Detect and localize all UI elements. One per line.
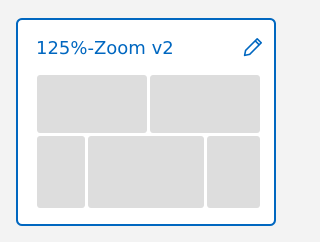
layout-zone	[88, 136, 204, 208]
layout-zone	[37, 75, 147, 133]
layout-zone	[37, 136, 85, 208]
layout-zone	[207, 136, 260, 208]
pencil-icon[interactable]	[240, 34, 266, 60]
layout-card[interactable]: 125%-Zoom v2	[16, 18, 276, 226]
layout-title: 125%-Zoom v2	[36, 38, 174, 59]
layout-zone	[150, 75, 260, 133]
